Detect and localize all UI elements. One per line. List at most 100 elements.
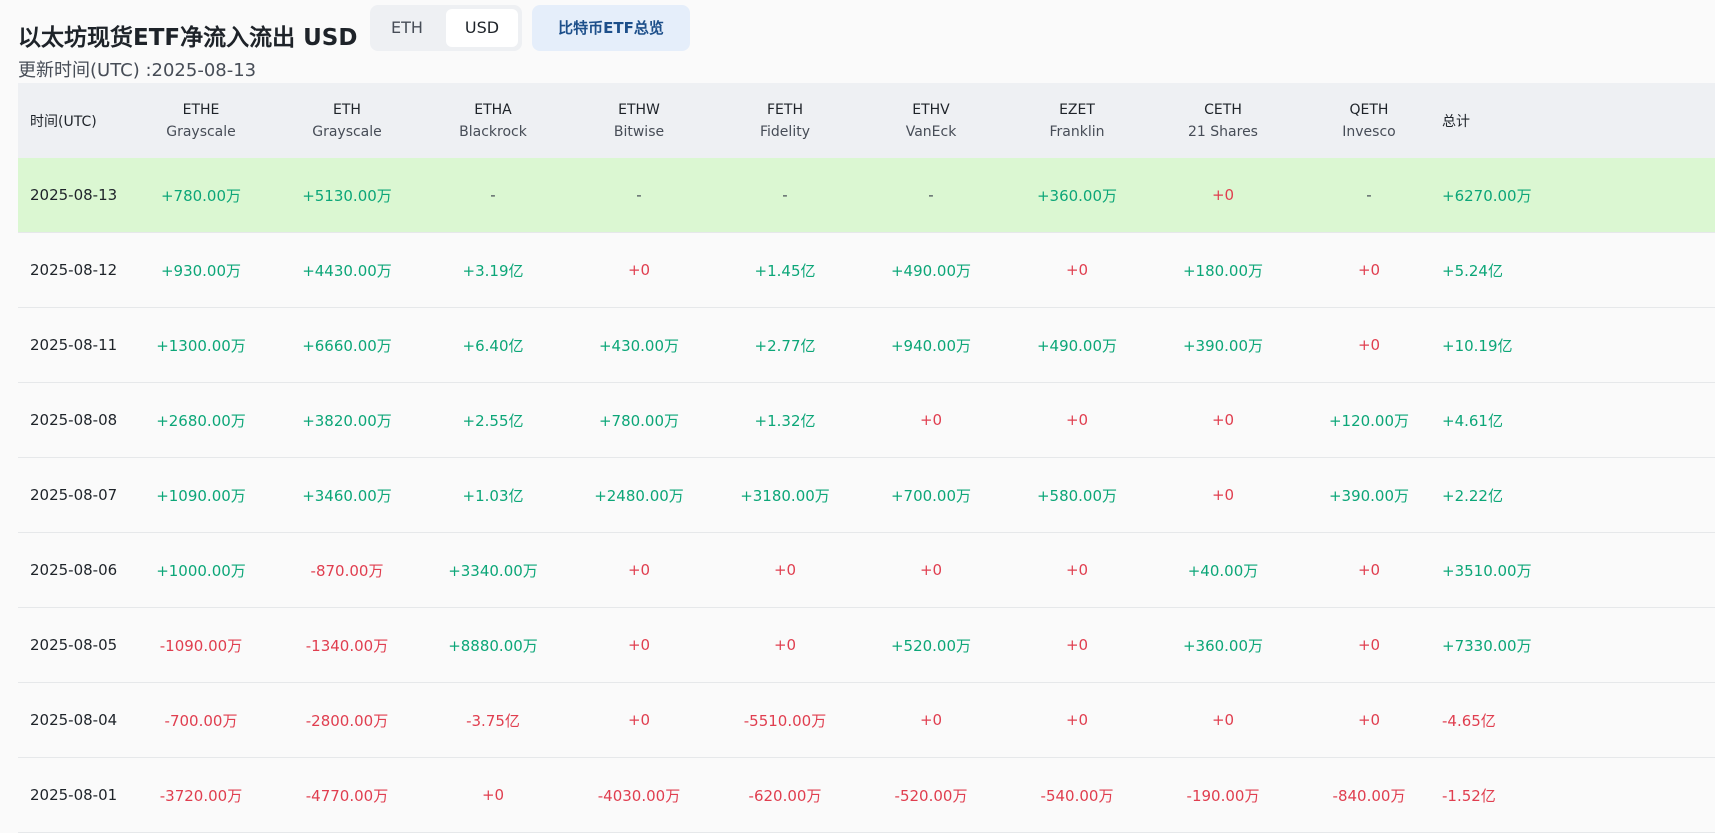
column-issuer: Grayscale <box>312 123 382 140</box>
column-header-feth: FETH Fidelity <box>712 83 858 158</box>
flow-cell-ethw: - <box>566 158 712 233</box>
column-code: ETHE <box>182 101 220 118</box>
column-code: ETH <box>333 101 361 118</box>
flow-cell-ethv: - <box>858 158 1004 233</box>
flow-cell-etha: +0 <box>420 757 566 833</box>
flow-cell-ethe: -1090.00万 <box>128 607 274 683</box>
flow-cell-eth: +3460.00万 <box>274 457 420 533</box>
row-date: 2025-08-04 <box>18 682 128 758</box>
flow-cell-ceth: +0 <box>1150 382 1296 458</box>
flow-cell-qeth: +0 <box>1296 232 1442 308</box>
flow-cell-ethw: -4030.00万 <box>566 757 712 833</box>
flow-cell-ethw: +0 <box>566 232 712 308</box>
flow-cell-etha: +3.19亿 <box>420 232 566 308</box>
row-total: +2.22亿 <box>1442 457 1715 533</box>
page-title: 以太坊现货ETF净流入流出 USD <box>18 25 358 51</box>
flow-cell-feth: +0 <box>712 607 858 683</box>
column-code: FETH <box>767 101 803 118</box>
flow-cell-ezet: +0 <box>1004 382 1150 458</box>
toggle-eth-button[interactable]: ETH <box>374 9 440 47</box>
flow-cell-eth: -2800.00万 <box>274 682 420 758</box>
toggle-usd-button[interactable]: USD <box>446 9 518 47</box>
table-row: 2025-08-13 +780.00万 +5130.00万 - - - - +360.00万 +… <box>18 158 1715 233</box>
flow-cell-etha: - <box>420 158 566 233</box>
row-total: +3510.00万 <box>1442 532 1715 608</box>
flow-cell-ezet: -540.00万 <box>1004 757 1150 833</box>
column-issuer: Invesco <box>1342 123 1396 140</box>
row-date: 2025-08-08 <box>18 382 128 458</box>
flow-cell-feth: +0 <box>712 532 858 608</box>
table-row: 2025-08-05 -1090.00万 -1340.00万 +8880.00万 +0 +… <box>18 607 1715 683</box>
flow-cell-ethv: +700.00万 <box>858 457 1004 533</box>
flow-cell-ezet: +580.00万 <box>1004 457 1150 533</box>
column-header-ethw: ETHW Bitwise <box>566 83 712 158</box>
flow-cell-ceth: +0 <box>1150 158 1296 233</box>
page-header: 以太坊现货ETF净流入流出 USD ETH USD 比特币ETF总览 更新时间(… <box>0 0 1715 82</box>
row-total: +7330.00万 <box>1442 607 1715 683</box>
column-header-date: 时间(UTC) <box>18 83 128 158</box>
row-total: -4.65亿 <box>1442 682 1715 758</box>
column-header-ceth: CETH 21 Shares <box>1150 83 1296 158</box>
column-issuer: VanEck <box>905 123 957 140</box>
flow-cell-ethe: +1300.00万 <box>128 307 274 383</box>
row-date: 2025-08-05 <box>18 607 128 683</box>
column-header-etha: ETHA Blackrock <box>420 83 566 158</box>
column-issuer: Grayscale <box>166 123 236 140</box>
table-row: 2025-08-06 +1000.00万 -870.00万 +3340.00万 +0 +0… <box>18 532 1715 608</box>
flow-cell-qeth: - <box>1296 158 1442 233</box>
table-body: 2025-08-13 +780.00万 +5130.00万 - - - - +360.00万 +… <box>18 158 1715 833</box>
row-date: 2025-08-06 <box>18 532 128 608</box>
flow-cell-ethw: +2480.00万 <box>566 457 712 533</box>
flow-cell-ezet: +0 <box>1004 532 1150 608</box>
table-row: 2025-08-07 +1090.00万 +3460.00万 +1.03亿 +2480.… <box>18 457 1715 533</box>
flow-cell-ceth: +360.00万 <box>1150 607 1296 683</box>
flow-cell-eth: -4770.00万 <box>274 757 420 833</box>
column-issuer: Bitwise <box>613 123 665 140</box>
flow-cell-etha: +1.03亿 <box>420 457 566 533</box>
column-code: ETHV <box>912 101 950 118</box>
flow-cell-ethw: +0 <box>566 682 712 758</box>
flow-cell-ezet: +0 <box>1004 232 1150 308</box>
flow-cell-ceth: -190.00万 <box>1150 757 1296 833</box>
flow-cell-feth: - <box>712 158 858 233</box>
table-row: 2025-08-04 -700.00万 -2800.00万 -3.75亿 +0 -5510… <box>18 682 1715 758</box>
flow-cell-ethv: +520.00万 <box>858 607 1004 683</box>
etf-flow-table: 时间(UTC) ETHE Grayscale ETH Grayscale ETHA Bla… <box>18 83 1715 833</box>
flow-cell-ethw: +0 <box>566 532 712 608</box>
flow-cell-ethe: +780.00万 <box>128 158 274 233</box>
flow-cell-qeth: -840.00万 <box>1296 757 1442 833</box>
table-row: 2025-08-01 -3720.00万 -4770.00万 +0 -4030.00万 -… <box>18 757 1715 833</box>
btc-etf-overview-button[interactable]: 比特币ETF总览 <box>532 5 690 51</box>
flow-cell-etha: +8880.00万 <box>420 607 566 683</box>
column-code: ETHA <box>474 101 512 118</box>
column-header-total: 总计 <box>1442 83 1715 158</box>
column-code: CETH <box>1204 101 1242 118</box>
flow-cell-eth: +5130.00万 <box>274 158 420 233</box>
flow-cell-ethv: +940.00万 <box>858 307 1004 383</box>
column-header-ethe: ETHE Grayscale <box>128 83 274 158</box>
row-date: 2025-08-12 <box>18 232 128 308</box>
flow-cell-etha: -3.75亿 <box>420 682 566 758</box>
flow-cell-ethw: +0 <box>566 607 712 683</box>
flow-cell-qeth: +0 <box>1296 307 1442 383</box>
flow-cell-ethe: -3720.00万 <box>128 757 274 833</box>
flow-cell-ethv: +0 <box>858 682 1004 758</box>
row-date: 2025-08-13 <box>18 158 128 233</box>
row-date: 2025-08-11 <box>18 307 128 383</box>
column-header-ethv: ETHV VanEck <box>858 83 1004 158</box>
update-time: 更新时间(UTC) :2025-08-13 <box>18 60 257 81</box>
flow-cell-etha: +2.55亿 <box>420 382 566 458</box>
flow-cell-qeth: +120.00万 <box>1296 382 1442 458</box>
flow-cell-ceth: +0 <box>1150 457 1296 533</box>
flow-cell-ceth: +0 <box>1150 682 1296 758</box>
column-header-qeth: QETH Invesco <box>1296 83 1442 158</box>
table-row: 2025-08-08 +2680.00万 +3820.00万 +2.55亿 +780.0… <box>18 382 1715 458</box>
column-issuer: 21 Shares <box>1188 123 1258 140</box>
flow-cell-ethv: +490.00万 <box>858 232 1004 308</box>
flow-cell-ezet: +490.00万 <box>1004 307 1150 383</box>
flow-cell-ethw: +430.00万 <box>566 307 712 383</box>
flow-cell-ethe: +1000.00万 <box>128 532 274 608</box>
row-date: 2025-08-07 <box>18 457 128 533</box>
flow-cell-ezet: +360.00万 <box>1004 158 1150 233</box>
flow-cell-ethw: +780.00万 <box>566 382 712 458</box>
